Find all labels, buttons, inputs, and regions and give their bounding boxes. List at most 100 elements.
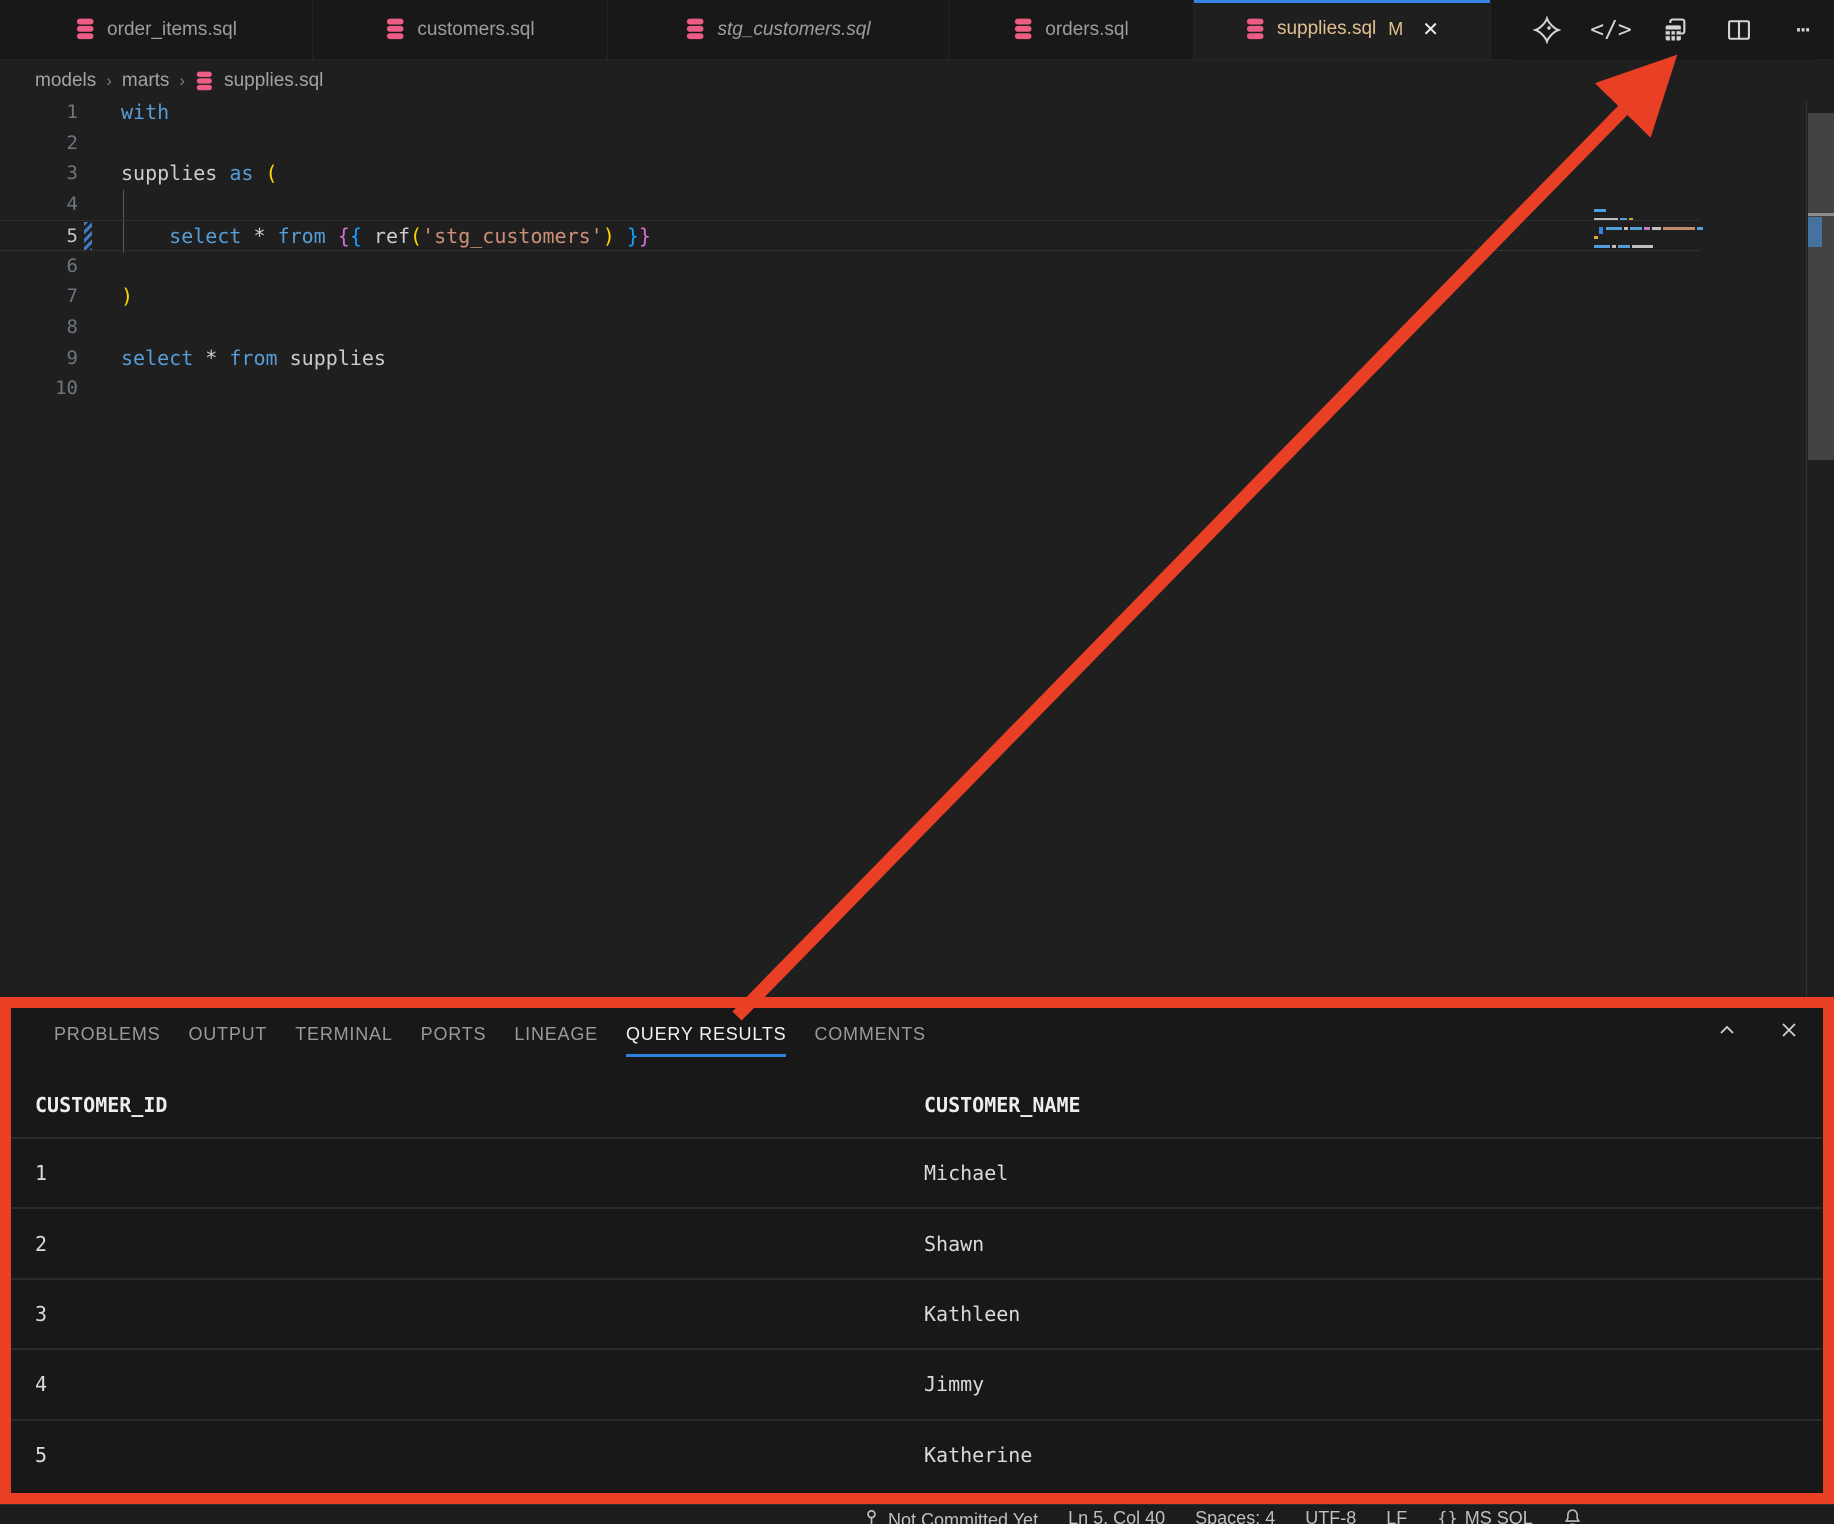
bell-icon [1563,1508,1582,1524]
status-language-mode[interactable]: {} MS SQL [1437,1508,1533,1524]
panel-tab-comments[interactable]: COMMENTS [800,1010,939,1061]
tab-label: supplies.sql [1277,18,1376,40]
code-token: } [627,224,639,248]
code-token: from [278,224,326,248]
code-token: ) [121,284,133,308]
dbt-icon[interactable] [1532,15,1562,45]
table-row[interactable]: 4Jimmy [11,1348,1822,1418]
breadcrumb-folder[interactable]: models [35,70,96,92]
tab-customers-sql[interactable]: customers.sql [313,0,608,59]
table-row[interactable]: 3Kathleen [11,1278,1822,1348]
panel-tab-output[interactable]: OUTPUT [174,1010,281,1061]
split-editor-icon[interactable] [1724,15,1754,45]
code-token: select [121,346,193,370]
panel-tab-bar: PROBLEMSOUTPUTTERMINALPORTSLINEAGEQUERY … [40,1009,940,1061]
code-token [217,346,229,370]
status-git-status[interactable]: Not Committed Yet [862,1508,1038,1524]
panel-tab-lineage[interactable]: LINEAGE [500,1010,612,1061]
status-label: Not Committed Yet [888,1510,1038,1524]
code-token [362,224,374,248]
status-cursor-position[interactable]: Ln 5, Col 40 [1068,1508,1165,1524]
code-token: ( [410,224,422,248]
breadcrumb-separator: › [106,71,112,91]
panel-tab-problems[interactable]: PROBLEMS [40,1010,174,1061]
code-token: supplies [121,161,217,185]
tab-supplies-sql[interactable]: supplies.sql M ✕ [1194,0,1491,59]
code-token [326,224,338,248]
panel-tab-ports[interactable]: PORTS [407,1010,501,1061]
breadcrumb-separator: › [179,71,185,91]
status-label: LF [1386,1508,1407,1524]
panel-actions [1712,1015,1804,1045]
status-encoding[interactable]: UTF-8 [1305,1508,1356,1524]
status-eol-sequence[interactable]: LF [1386,1508,1407,1524]
table-cell: 4 [11,1372,924,1396]
code-line-7[interactable]: 7) [0,281,1700,312]
status-notifications[interactable] [1563,1508,1582,1524]
breadcrumb-file[interactable]: supplies.sql [224,70,323,92]
collapse-panel-icon[interactable] [1712,1015,1742,1045]
code-token [217,161,229,185]
table-cell: 1 [11,1161,924,1185]
table-row[interactable]: 2Shawn [11,1207,1822,1277]
column-header[interactable]: CUSTOMER_ID [11,1093,924,1117]
panel-tab-terminal[interactable]: TERMINAL [281,1010,406,1061]
editor-scrollbar[interactable] [1808,113,1834,460]
line-number: 4 [0,189,78,220]
column-header[interactable]: CUSTOMER_NAME [924,1093,1081,1117]
table-cell: Katherine [924,1443,1032,1467]
vscode-window: order_items.sqlcustomers.sql stg_customer… [0,0,1834,1524]
table-row[interactable]: 1Michael [11,1137,1822,1207]
code-line-3[interactable]: 3 supplies as ( [0,158,1700,189]
code-token [241,224,253,248]
git-modified-badge: M [1388,19,1403,40]
breadcrumb[interactable]: models › marts › supplies.sql [35,62,323,100]
code-text: supplies as ( [121,158,278,189]
code-token: from [229,346,277,370]
table-cell: Kathleen [924,1302,1020,1326]
database-icon [195,71,214,92]
panel-tab-query-results[interactable]: QUERY RESULTS [612,1010,800,1061]
code-line-9[interactable]: 9select * from supplies [0,343,1700,374]
database-icon [1245,18,1266,41]
close-panel-icon[interactable] [1774,1015,1804,1045]
braces-glyph: {} [1437,1509,1457,1524]
code-line-2[interactable]: 2 [0,128,1700,159]
tab-label: stg_customers.sql [717,19,870,41]
table-row[interactable]: 5Katherine [11,1419,1822,1489]
tab-stg_customers-sql[interactable]: stg_customers.sql [608,0,949,59]
code-preview-icon[interactable]: </> [1596,15,1626,45]
line-number: 3 [0,158,78,189]
database-icon [1013,18,1034,41]
close-tab-icon[interactable]: ✕ [1422,17,1439,42]
more-actions-icon[interactable]: ⋯ [1788,15,1818,45]
code-text: select * from supplies [121,343,386,374]
code-token: ref [374,224,410,248]
table-cell: Shawn [924,1232,984,1256]
code-text: ) [121,281,133,312]
code-line-5[interactable]: 5 select * from {{ ref('stg_customers') … [0,220,1700,251]
line-number: 10 [0,373,78,404]
status-indentation[interactable]: Spaces: 4 [1195,1508,1275,1524]
table-cell: 3 [11,1302,924,1326]
code-line-4[interactable]: 4 [0,189,1700,220]
code-line-1[interactable]: 1with [0,97,1700,128]
code-token: { [338,224,350,248]
status-label: MS SQL [1465,1508,1533,1524]
code-token [278,346,290,370]
code-token [266,224,278,248]
code-text: select * from {{ ref('stg_customers') }} [121,221,651,250]
table-header-row: CUSTOMER_IDCUSTOMER_NAME [11,1072,1822,1137]
table-cell: 5 [11,1443,924,1467]
query-results-table-icon[interactable] [1660,15,1690,45]
code-line-10[interactable]: 10 [0,373,1700,404]
tab-order_items-sql[interactable]: order_items.sql [0,0,313,59]
status-label: Ln 5, Col 40 [1068,1508,1165,1524]
line-number: 8 [0,312,78,343]
code-line-8[interactable]: 8 [0,312,1700,343]
code-line-6[interactable]: 6 [0,251,1700,282]
code-editor[interactable]: 1with23 supplies as ( 45 select * from {{ … [0,100,1834,997]
bottom-panel: PROBLEMSOUTPUTTERMINALPORTSLINEAGEQUERY … [0,997,1834,1504]
breadcrumb-folder[interactable]: marts [122,70,170,92]
tab-orders-sql[interactable]: orders.sql [949,0,1194,59]
